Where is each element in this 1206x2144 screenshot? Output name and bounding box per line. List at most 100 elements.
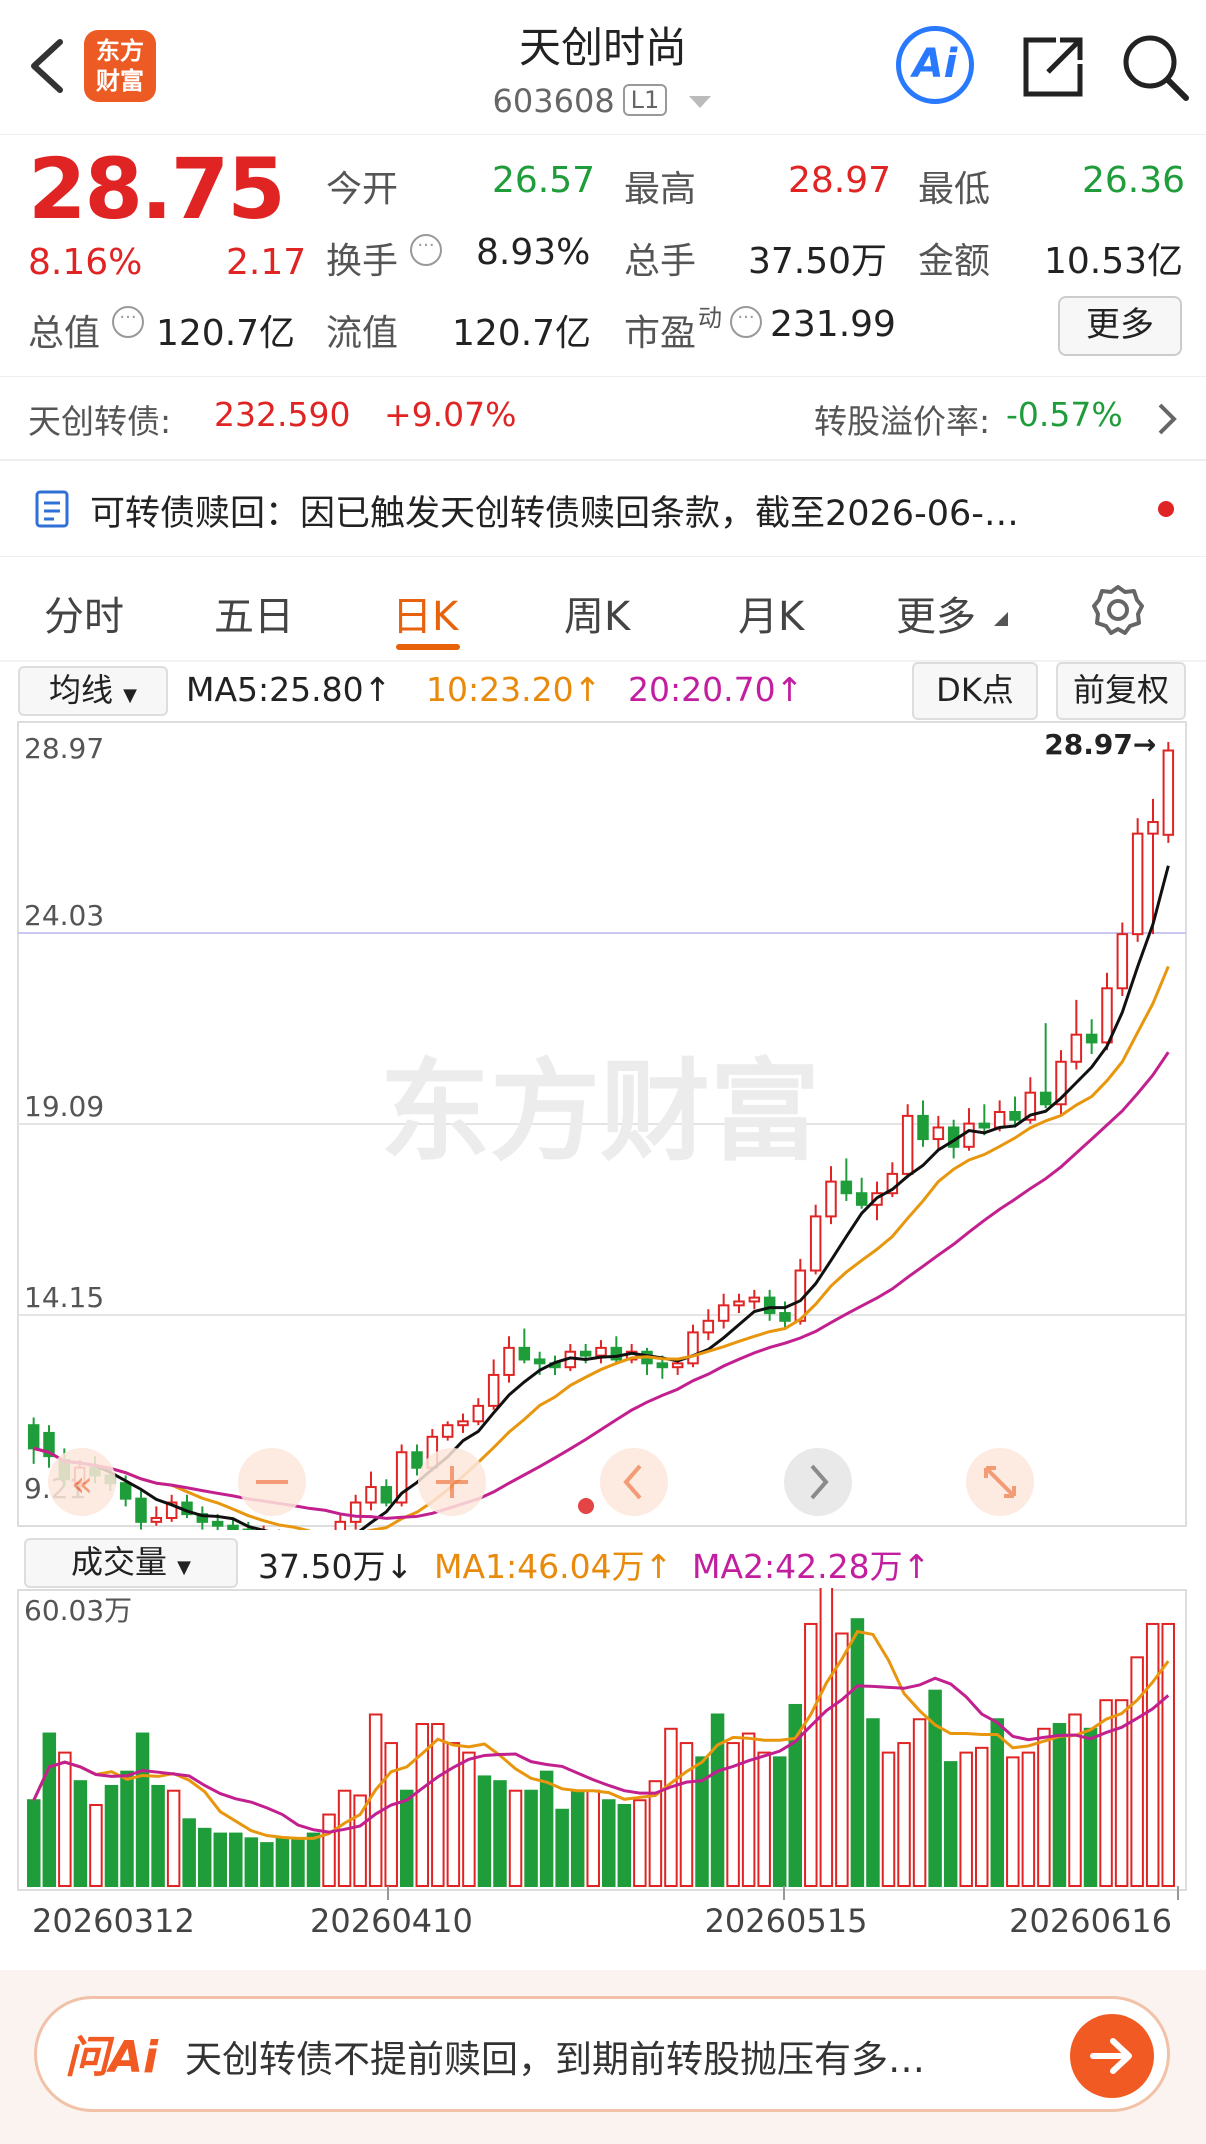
- indicator-select[interactable]: 均线 ▼: [18, 666, 168, 716]
- candle: [595, 1346, 607, 1357]
- volume-bar: [213, 1832, 228, 1887]
- mktcap-label: 总值: [28, 313, 101, 354]
- info-icon[interactable]: ···: [112, 306, 144, 338]
- candle: [993, 1111, 1006, 1129]
- candle: [211, 1520, 224, 1527]
- ai-brand: 问Ai: [65, 2032, 159, 2083]
- bond-label: 天创转债:: [28, 402, 172, 441]
- adjust-button[interactable]: 前复权: [1056, 662, 1186, 720]
- ai-button[interactable]: Ai: [896, 26, 974, 104]
- volume-bar: [974, 1746, 989, 1887]
- volume-bar: [524, 1789, 538, 1887]
- volume-indicator-select[interactable]: 成交量 ▼: [24, 1538, 238, 1588]
- volume-bar: [166, 1789, 181, 1887]
- low-value: 26.36: [1082, 160, 1186, 201]
- candle: [717, 1304, 730, 1322]
- position-dot: [578, 1498, 594, 1514]
- tab-more[interactable]: 更多: [896, 584, 976, 642]
- candle: [748, 1296, 761, 1303]
- unread-dot: [1158, 501, 1174, 517]
- volume-bar: [306, 1832, 321, 1887]
- search-icon[interactable]: [1120, 32, 1190, 102]
- candle: [656, 1362, 669, 1369]
- kline-chart[interactable]: 东方财富 28.9724.0319.0914.159.21 28.97→←9.2…: [0, 720, 1206, 1530]
- open-label: 今开: [326, 169, 399, 210]
- amount-value: 10.53亿: [1044, 241, 1184, 282]
- volume-bar: [229, 1832, 243, 1887]
- volume-bar: [368, 1713, 383, 1887]
- info-icon[interactable]: ···: [730, 306, 762, 338]
- volume-chart[interactable]: 60.03万 20260312 20260410 20260515 20260616: [0, 1588, 1206, 1988]
- candle: [978, 1122, 991, 1129]
- volume-bar: [943, 1761, 958, 1887]
- volume-bar: [493, 1780, 507, 1888]
- dk-point-button[interactable]: DK点: [912, 662, 1038, 720]
- volume-value: 37.50万: [748, 241, 888, 282]
- more-button[interactable]: 更多: [1058, 296, 1182, 356]
- candle: [27, 1424, 40, 1450]
- float-value: 120.7亿: [452, 313, 592, 354]
- x-axis-label: 20260410: [310, 1902, 473, 1940]
- candle: [779, 1312, 791, 1322]
- volume-bar: [1145, 1622, 1160, 1887]
- candle: [702, 1319, 715, 1334]
- volume-bar: [1021, 1751, 1036, 1887]
- ai-question-bar[interactable]: 问Ai 天创转债不提前赎回，到期前转股抛压有多…: [34, 1996, 1170, 2112]
- candle: [334, 1520, 347, 1530]
- turnover-label: 换手: [326, 241, 399, 282]
- arrow-right-icon: [1090, 2038, 1132, 2074]
- volume-bar: [664, 1727, 678, 1887]
- volume-bar: [866, 1718, 880, 1887]
- nav-next-button: [784, 1448, 852, 1516]
- ma5-legend: MA5:25.80↑: [186, 670, 392, 709]
- volume-bar: [757, 1751, 771, 1887]
- bond-price: 232.590: [214, 395, 351, 434]
- candle: [1101, 987, 1113, 1044]
- notice-text: 可转债赎回：因已触发天创转债赎回条款，截至2026-06-…: [90, 494, 1019, 534]
- notice-row[interactable]: 可转债赎回：因已触发天创转债赎回条款，截至2026-06-…: [0, 461, 1206, 555]
- volume-bar: [539, 1770, 554, 1887]
- volume-bar: [1099, 1699, 1113, 1887]
- level-badge: L1: [622, 84, 668, 116]
- tab-daily-k[interactable]: 日K: [392, 584, 458, 642]
- share-icon[interactable]: [1020, 34, 1086, 100]
- volume-bar: [89, 1804, 103, 1887]
- y-axis-label: 24.03: [24, 899, 104, 932]
- tab-monthly-k[interactable]: 月K: [738, 584, 804, 642]
- app-header: 东方 财富 天创时尚 603608 L1 Ai: [0, 0, 1206, 135]
- tab-weekly-k[interactable]: 周K: [564, 584, 630, 642]
- y-axis-label: 14.15: [24, 1281, 104, 1314]
- tab-minute[interactable]: 分时: [44, 584, 124, 642]
- volume-bar: [399, 1789, 414, 1887]
- candle: [825, 1180, 837, 1218]
- turnover-value: 8.93%: [476, 232, 591, 273]
- y-axis-label: 28.97: [24, 732, 104, 765]
- candle: [1116, 933, 1129, 990]
- candle: [733, 1300, 745, 1307]
- volume-bar: [1068, 1713, 1082, 1887]
- volume-bar: [508, 1789, 523, 1887]
- info-icon[interactable]: ···: [410, 234, 442, 266]
- volume-bar: [42, 1732, 57, 1887]
- low-label: 最低: [918, 169, 991, 210]
- settings-icon[interactable]: [1092, 584, 1144, 636]
- pe-value: 231.99: [770, 304, 896, 345]
- premium-label: 转股溢价率:: [814, 402, 991, 441]
- ai-submit-button[interactable]: [1070, 2014, 1154, 2098]
- volume-bar: [835, 1632, 849, 1887]
- volume-bar: [135, 1732, 150, 1887]
- volume-current: 37.50万↓: [258, 1547, 414, 1586]
- volume-bar: [741, 1732, 756, 1887]
- candle: [671, 1362, 684, 1369]
- volume-bar: [431, 1723, 445, 1887]
- volume-bar: [1130, 1656, 1144, 1887]
- volume-ma2: MA2:42.28万↑: [692, 1547, 931, 1586]
- candle: [1147, 821, 1159, 835]
- bond-row[interactable]: 天创转债: 232.590 +9.07% 转股溢价率: -0.57%: [0, 377, 1206, 459]
- volume-bar: [337, 1789, 352, 1887]
- bond-change: +9.07%: [384, 395, 517, 434]
- candle: [687, 1331, 699, 1365]
- candle: [1085, 1033, 1098, 1044]
- tab-five-day[interactable]: 五日: [214, 584, 294, 642]
- volume-bar: [477, 1775, 492, 1888]
